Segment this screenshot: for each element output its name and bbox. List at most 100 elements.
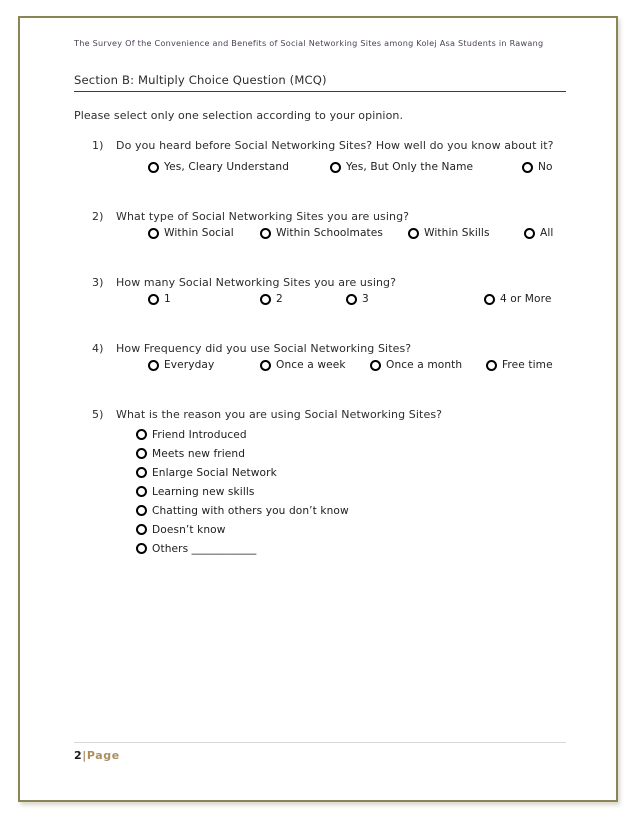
- radio-icon[interactable]: [522, 161, 533, 173]
- radio-icon[interactable]: [260, 293, 271, 305]
- radio-icon[interactable]: [346, 293, 357, 305]
- question-5: 5) What is the reason you are using Soci…: [74, 408, 566, 558]
- option-q5-doesnt-know[interactable]: Doesn’t know: [136, 520, 566, 539]
- question-3-text: How many Social Networking Sites you are…: [116, 276, 397, 289]
- option-label: 3: [362, 293, 369, 305]
- question-2: 2) What type of Social Networking Sites …: [74, 210, 566, 247]
- radio-icon[interactable]: [148, 161, 159, 173]
- option-q3-2[interactable]: 2: [260, 291, 283, 307]
- option-q5-enlarge-social-network[interactable]: Enlarge Social Network: [136, 463, 566, 482]
- section-divider: [74, 91, 566, 92]
- question-4: 4) How Frequency did you use Social Netw…: [74, 342, 566, 379]
- option-q5-meets-new-friend[interactable]: Meets new friend: [136, 444, 566, 463]
- radio-icon[interactable]: [524, 227, 535, 239]
- radio-icon[interactable]: [136, 448, 147, 459]
- radio-icon[interactable]: [260, 359, 271, 371]
- question-5-options: Friend Introduced Meets new friend Enlar…: [74, 425, 566, 558]
- footer-divider: [74, 742, 566, 743]
- option-q1-no[interactable]: No: [522, 159, 553, 175]
- page-footer: 2|Page: [74, 742, 566, 762]
- question-4-options: Everyday Once a week Once a month Free t…: [74, 357, 566, 379]
- option-label: Within Skills: [424, 227, 490, 239]
- radio-icon[interactable]: [136, 467, 147, 478]
- question-2-number: 2): [92, 210, 104, 223]
- footer-page-indicator: 2|Page: [74, 749, 566, 762]
- option-label: Within Social: [164, 227, 234, 239]
- option-label: Meets new friend: [152, 447, 246, 460]
- option-label: 1: [164, 293, 171, 305]
- document-page: The Survey Of the Convenience and Benefi…: [18, 16, 618, 802]
- question-1-options: Yes, Cleary Understand Yes, But Only the…: [74, 159, 566, 181]
- option-label: Once a month: [386, 359, 463, 371]
- question-1-number: 1): [92, 139, 104, 152]
- question-3-number: 3): [92, 276, 104, 289]
- question-2-options: Within Social Within Schoolmates Within …: [74, 225, 566, 247]
- option-q1-yes-cleary-understand[interactable]: Yes, Cleary Understand: [148, 159, 289, 175]
- option-q2-within-schoolmates[interactable]: Within Schoolmates: [260, 225, 383, 241]
- question-4-line: 4) How Frequency did you use Social Netw…: [74, 342, 566, 355]
- radio-icon[interactable]: [136, 524, 147, 535]
- footer-page-label: |Page: [82, 749, 120, 762]
- option-q1-yes-but-only-the-name[interactable]: Yes, But Only the Name: [330, 159, 473, 175]
- question-1-text: Do you heard before Social Networking Si…: [116, 139, 554, 152]
- option-q4-once-a-week[interactable]: Once a week: [260, 357, 346, 373]
- option-label: All: [540, 227, 554, 239]
- question-4-text: How Frequency did you use Social Network…: [116, 342, 412, 355]
- option-q5-friend-introduced[interactable]: Friend Introduced: [136, 425, 566, 444]
- option-label: Once a week: [276, 359, 346, 371]
- question-2-line: 2) What type of Social Networking Sites …: [74, 210, 566, 223]
- question-1-line: 1) Do you heard before Social Networking…: [74, 139, 566, 152]
- question-5-line: 5) What is the reason you are using Soci…: [74, 408, 566, 421]
- radio-icon[interactable]: [484, 293, 495, 305]
- option-label: Doesn’t know: [152, 523, 226, 536]
- option-q4-once-a-month[interactable]: Once a month: [370, 357, 462, 373]
- option-label: Learning new skills: [152, 485, 255, 498]
- running-header: The Survey Of the Convenience and Benefi…: [74, 38, 544, 48]
- option-label: Free time: [502, 359, 553, 371]
- option-q5-others[interactable]: Others ____________: [136, 539, 566, 558]
- option-q2-all[interactable]: All: [524, 225, 553, 241]
- option-label: Enlarge Social Network: [152, 466, 277, 479]
- radio-icon[interactable]: [136, 429, 147, 440]
- option-q2-within-skills[interactable]: Within Skills: [408, 225, 490, 241]
- question-5-number: 5): [92, 408, 104, 421]
- option-q3-4-or-more[interactable]: 4 or More: [484, 291, 551, 307]
- option-label: Within Schoolmates: [276, 227, 384, 239]
- radio-icon[interactable]: [370, 359, 381, 371]
- question-3-options: 1 2 3 4 or More: [74, 291, 566, 313]
- question-3-line: 3) How many Social Networking Sites you …: [74, 276, 566, 289]
- radio-icon[interactable]: [148, 293, 159, 305]
- option-label: No: [538, 161, 553, 173]
- instruction-text: Please select only one selection accordi…: [74, 109, 404, 122]
- page-content: The Survey Of the Convenience and Benefi…: [74, 38, 566, 558]
- option-q4-everyday[interactable]: Everyday: [148, 357, 214, 373]
- radio-icon[interactable]: [136, 505, 147, 516]
- question-4-number: 4): [92, 342, 104, 355]
- radio-icon[interactable]: [148, 227, 159, 239]
- radio-icon[interactable]: [136, 543, 147, 554]
- question-2-text: What type of Social Networking Sites you…: [116, 210, 410, 223]
- option-label: 2: [276, 293, 283, 305]
- question-3: 3) How many Social Networking Sites you …: [74, 276, 566, 313]
- option-q5-chatting-with-others[interactable]: Chatting with others you don’t know: [136, 501, 566, 520]
- question-1: 1) Do you heard before Social Networking…: [74, 139, 566, 181]
- option-label: Yes, Cleary Understand: [164, 161, 290, 173]
- radio-icon[interactable]: [330, 161, 341, 173]
- option-q5-learning-new-skills[interactable]: Learning new skills: [136, 482, 566, 501]
- option-label: Others ____________: [152, 542, 257, 555]
- question-5-text: What is the reason you are using Social …: [116, 408, 443, 421]
- option-label: Friend Introduced: [152, 428, 247, 441]
- radio-icon[interactable]: [148, 359, 159, 371]
- option-q2-within-social[interactable]: Within Social: [148, 225, 234, 241]
- option-q4-free-time[interactable]: Free time: [486, 357, 553, 373]
- radio-icon[interactable]: [260, 227, 271, 239]
- option-label: 4 or More: [500, 293, 552, 305]
- option-q3-3[interactable]: 3: [346, 291, 369, 307]
- option-label: Yes, But Only the Name: [346, 161, 474, 173]
- option-q3-1[interactable]: 1: [148, 291, 171, 307]
- option-label: Chatting with others you don’t know: [152, 504, 349, 517]
- option-label: Everyday: [164, 359, 215, 371]
- radio-icon[interactable]: [486, 359, 497, 371]
- radio-icon[interactable]: [408, 227, 419, 239]
- radio-icon[interactable]: [136, 486, 147, 497]
